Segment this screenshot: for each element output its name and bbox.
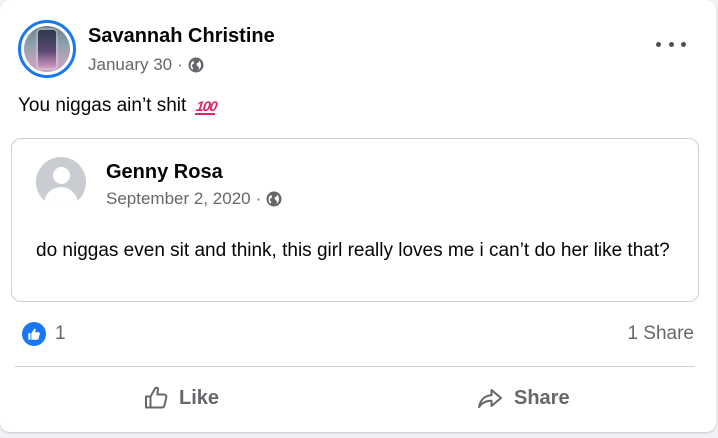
author-avatar[interactable]: [18, 20, 76, 78]
share-button[interactable]: Share: [476, 378, 570, 418]
post-body: You niggas ain’t shit: [18, 95, 187, 116]
meta-separator: ·: [177, 55, 183, 74]
post-date[interactable]: January 30: [88, 55, 172, 75]
post-card: Savannah Christine January 30 · You nigg…: [0, 0, 716, 432]
author-name[interactable]: Savannah Christine: [88, 25, 275, 48]
like-count[interactable]: 1: [55, 323, 66, 345]
like-button[interactable]: Like: [143, 378, 219, 418]
shared-post-text: do niggas even sit and think, this girl …: [36, 240, 670, 261]
hundred-points-emoji: 100: [194, 98, 218, 115]
post-meta: January 30 ·: [88, 55, 204, 75]
share-count[interactable]: 1 Share: [627, 323, 694, 345]
shared-post-date[interactable]: September 2, 2020: [106, 189, 251, 209]
shared-author-avatar[interactable]: [36, 157, 86, 207]
like-reaction-icon[interactable]: [22, 322, 46, 346]
shared-author-name[interactable]: Genny Rosa: [106, 161, 223, 184]
share-arrow-icon: [478, 389, 502, 408]
shared-post[interactable]: Genny Rosa September 2, 2020 · do niggas…: [11, 138, 699, 302]
more-options-icon[interactable]: [656, 34, 686, 54]
globe-icon[interactable]: [266, 191, 282, 207]
post-text: You niggas ain’t shit 100: [18, 95, 218, 117]
divider: [15, 366, 695, 367]
like-label: Like: [179, 386, 220, 409]
globe-icon[interactable]: [188, 57, 204, 73]
share-label: Share: [514, 386, 570, 409]
thumbs-up-icon: [145, 386, 168, 409]
meta-separator: ·: [255, 189, 262, 208]
shared-post-meta: September 2, 2020 ·: [106, 189, 282, 209]
